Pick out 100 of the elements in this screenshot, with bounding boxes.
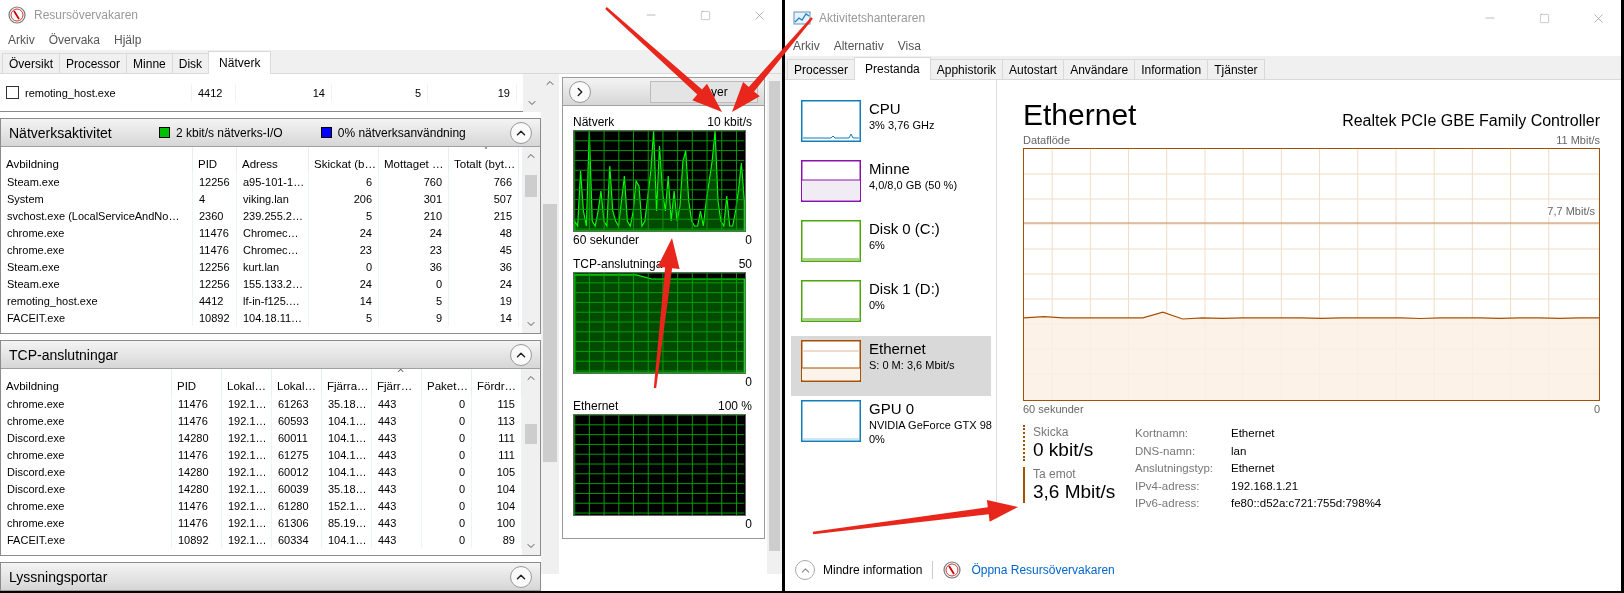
sidebar-item[interactable]: Ethernet S: 0 M: 3,6 Mbit/s xyxy=(791,336,991,396)
stat-value: 0 kbit/s xyxy=(1033,439,1095,461)
sidebar-item[interactable]: GPU 0 NVIDIA GeForce GTX 98 0% xyxy=(791,396,991,456)
table-cell: 9 xyxy=(379,309,449,326)
table-cell: a95-101-1… xyxy=(237,173,309,190)
sidebar-item[interactable]: Minne 4,0/8,0 GB (50 %) xyxy=(791,156,991,216)
column-label: Mottaget … xyxy=(384,158,444,170)
table-cell: 61263 xyxy=(272,395,322,412)
table-cell: 11476 xyxy=(193,224,237,241)
column-header[interactable]: Lokal… xyxy=(222,369,272,395)
table-cell: lf-in-f125.… xyxy=(237,292,309,309)
table-cell: 192.1… xyxy=(222,412,272,429)
table-cell: 215 xyxy=(449,207,519,224)
column-label: Skickat (b… xyxy=(314,158,376,170)
tab[interactable]: Tjänster xyxy=(1207,59,1265,79)
collapse-button[interactable] xyxy=(510,343,532,366)
resource-name: Minne xyxy=(869,160,911,177)
sidebar-item[interactable]: Disk 0 (C:) 6% xyxy=(791,216,991,276)
table-cell: 11476 xyxy=(172,446,222,463)
table-cell: chrome.exe xyxy=(1,241,193,258)
table-cell: Steam.exe xyxy=(1,258,193,275)
axis-label: 60 sekunder xyxy=(573,233,640,247)
sort-indicator: ^ xyxy=(396,369,405,379)
table-cell: chrome.exe xyxy=(1,497,172,514)
collapse-button[interactable] xyxy=(510,121,532,144)
table-cell: 301 xyxy=(379,190,449,207)
property-label: DNS-namn: xyxy=(1135,444,1197,459)
column-header[interactable]: Mottaget … xyxy=(379,147,449,173)
tab[interactable]: Apphistorik xyxy=(929,59,1004,79)
sidebar-item[interactable]: CPU 3% 3,76 GHz xyxy=(791,96,991,156)
menu-item[interactable]: Övervaka xyxy=(48,33,101,47)
gauge-icon xyxy=(8,6,26,24)
scrollbar-thumb[interactable] xyxy=(525,174,537,197)
resource-detail: NVIDIA GeForce GTX 98 xyxy=(869,419,992,431)
table-cell: 104.1… xyxy=(322,531,372,548)
menu-item[interactable]: Hjälp xyxy=(114,33,142,47)
table-cell: 23 xyxy=(309,241,379,258)
tab[interactable]: Processer xyxy=(787,59,856,79)
menu-item[interactable]: Arkiv xyxy=(793,39,820,53)
axis-label: 50 xyxy=(738,257,752,271)
menu-item[interactable]: Alternativ xyxy=(833,39,884,53)
table-cell: 0 xyxy=(422,497,472,514)
column-header[interactable]: Paket… xyxy=(422,369,472,395)
expand-button[interactable] xyxy=(569,80,591,103)
scrollbar-thumb[interactable] xyxy=(543,204,557,463)
table-cell: 0 xyxy=(422,446,472,463)
table-cell: 155.133.2… xyxy=(237,275,309,292)
property-label: Anslutningstyp: xyxy=(1135,462,1214,476)
table-cell: 60334 xyxy=(272,531,322,548)
page-heading: Ethernet xyxy=(1023,98,1137,132)
column-header[interactable]: Avbildning xyxy=(1,369,172,395)
collapse-button[interactable] xyxy=(510,565,532,588)
table-cell: 12256 xyxy=(193,173,237,190)
column-header[interactable]: Fjärra… xyxy=(322,369,372,395)
table-cell: Steam.exe xyxy=(1,173,193,190)
checkbox[interactable] xyxy=(6,86,19,99)
table-cell: 443 xyxy=(372,412,422,429)
tab[interactable]: Nätverk xyxy=(208,51,272,74)
scrollbar-thumb[interactable] xyxy=(769,81,780,551)
sort-indicator: ˅ xyxy=(483,147,489,157)
resource-detail: 4,0/8,0 GB (50 %) xyxy=(869,179,958,191)
table-cell: Discord.exe xyxy=(1,463,172,480)
fewer-details-button[interactable]: Mindre information xyxy=(795,560,923,580)
column-label: Paket… xyxy=(427,380,468,392)
sidebar-item[interactable]: Disk 1 (D:) 0% xyxy=(791,276,991,336)
graph-title: TCP-anslutninga xyxy=(573,257,663,271)
menu-item[interactable]: Visa xyxy=(897,39,921,53)
column-header[interactable]: PID xyxy=(193,147,237,173)
column-header[interactable]: Totalt (byt… ˅ xyxy=(449,147,519,173)
table-cell: 0 xyxy=(422,412,472,429)
table-cell: 24 xyxy=(449,275,519,292)
resource-detail: 0% xyxy=(869,433,886,445)
table-cell: 5 xyxy=(309,207,379,224)
resource-detail: S: 0 M: 3,6 Mbit/s xyxy=(869,359,955,371)
resource-detail: 0% xyxy=(869,299,886,311)
table-cell: 14 xyxy=(236,84,332,101)
column-header[interactable]: PID xyxy=(172,369,222,395)
axis-label: 7,7 Mbit/s xyxy=(1547,205,1595,217)
chart-label: Dataflöde xyxy=(1023,134,1071,146)
column-header[interactable]: Avbildning xyxy=(1,147,193,173)
column-header[interactable]: Lokal… xyxy=(272,369,322,395)
legend-label: 2 kbit/s nätverks-I/O xyxy=(176,125,283,140)
scrollbar-thumb[interactable] xyxy=(525,424,537,444)
column-header[interactable]: Skickat (b… xyxy=(309,147,379,173)
tab[interactable]: Översikt xyxy=(2,53,60,73)
link[interactable]: Öppna Resursövervakaren xyxy=(971,563,1115,577)
column-header[interactable]: Adress xyxy=(237,147,309,173)
table-cell: 11476 xyxy=(172,395,222,412)
chart-icon xyxy=(793,10,811,26)
table-cell: 60012 xyxy=(272,463,322,480)
menu-item[interactable]: Arkiv xyxy=(8,33,35,47)
table-cell: 5 xyxy=(309,309,379,326)
table-cell: 4 xyxy=(193,190,237,207)
column-header[interactable]: Fjärr… ^ xyxy=(372,369,422,395)
axis-label: 0 xyxy=(1593,403,1600,415)
table-cell: 12256 xyxy=(193,258,237,275)
table-cell: 10892 xyxy=(172,531,222,548)
section-title: Lyssningsportar xyxy=(9,568,109,585)
tab[interactable]: Prestanda xyxy=(854,57,931,80)
table-cell: 14280 xyxy=(172,463,222,480)
